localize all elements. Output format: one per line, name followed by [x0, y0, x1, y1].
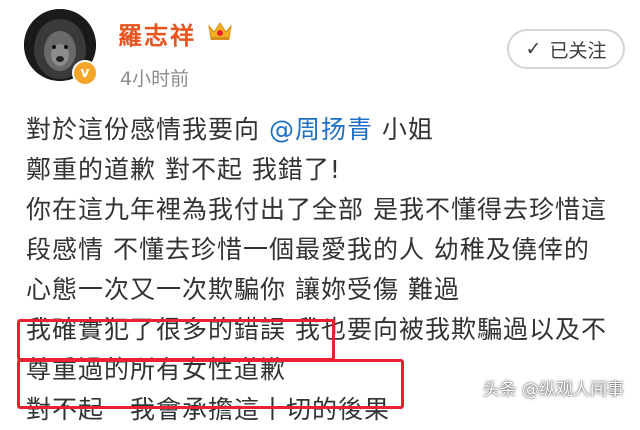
check-icon: ✓	[525, 38, 542, 60]
post-time: 4小时前	[120, 68, 190, 90]
post-line-1: 對於這份感情我要向 @周扬青 小姐	[26, 110, 626, 150]
post-line-5: 心態一次又一次欺騙你 讓妳受傷 難過	[26, 275, 460, 304]
post-line-2: 鄭重的道歉 對不起 我錯了!	[26, 155, 341, 184]
post-line-3: 你在這九年裡為我付出了全部 是我不懂得去珍惜這	[26, 195, 607, 224]
verified-badge: v	[72, 60, 98, 86]
follow-button-label: 已关注	[549, 39, 607, 62]
crown-icon	[208, 22, 232, 40]
username[interactable]: 羅志祥	[118, 16, 196, 51]
highlight-box	[17, 319, 335, 361]
follow-button[interactable]: ✓ 已关注	[507, 29, 625, 69]
post-line-4: 段感情 不懂去珍惜一個最愛我的人 幼稚及僥倖的	[26, 235, 590, 264]
post-text: 小姐	[372, 115, 434, 144]
watermark: 头条 @纵观人间事	[482, 380, 624, 400]
mention-link[interactable]: @周扬青	[269, 115, 373, 144]
highlight-box	[17, 359, 404, 409]
post-text: 對於這份感情我要向	[26, 115, 269, 144]
